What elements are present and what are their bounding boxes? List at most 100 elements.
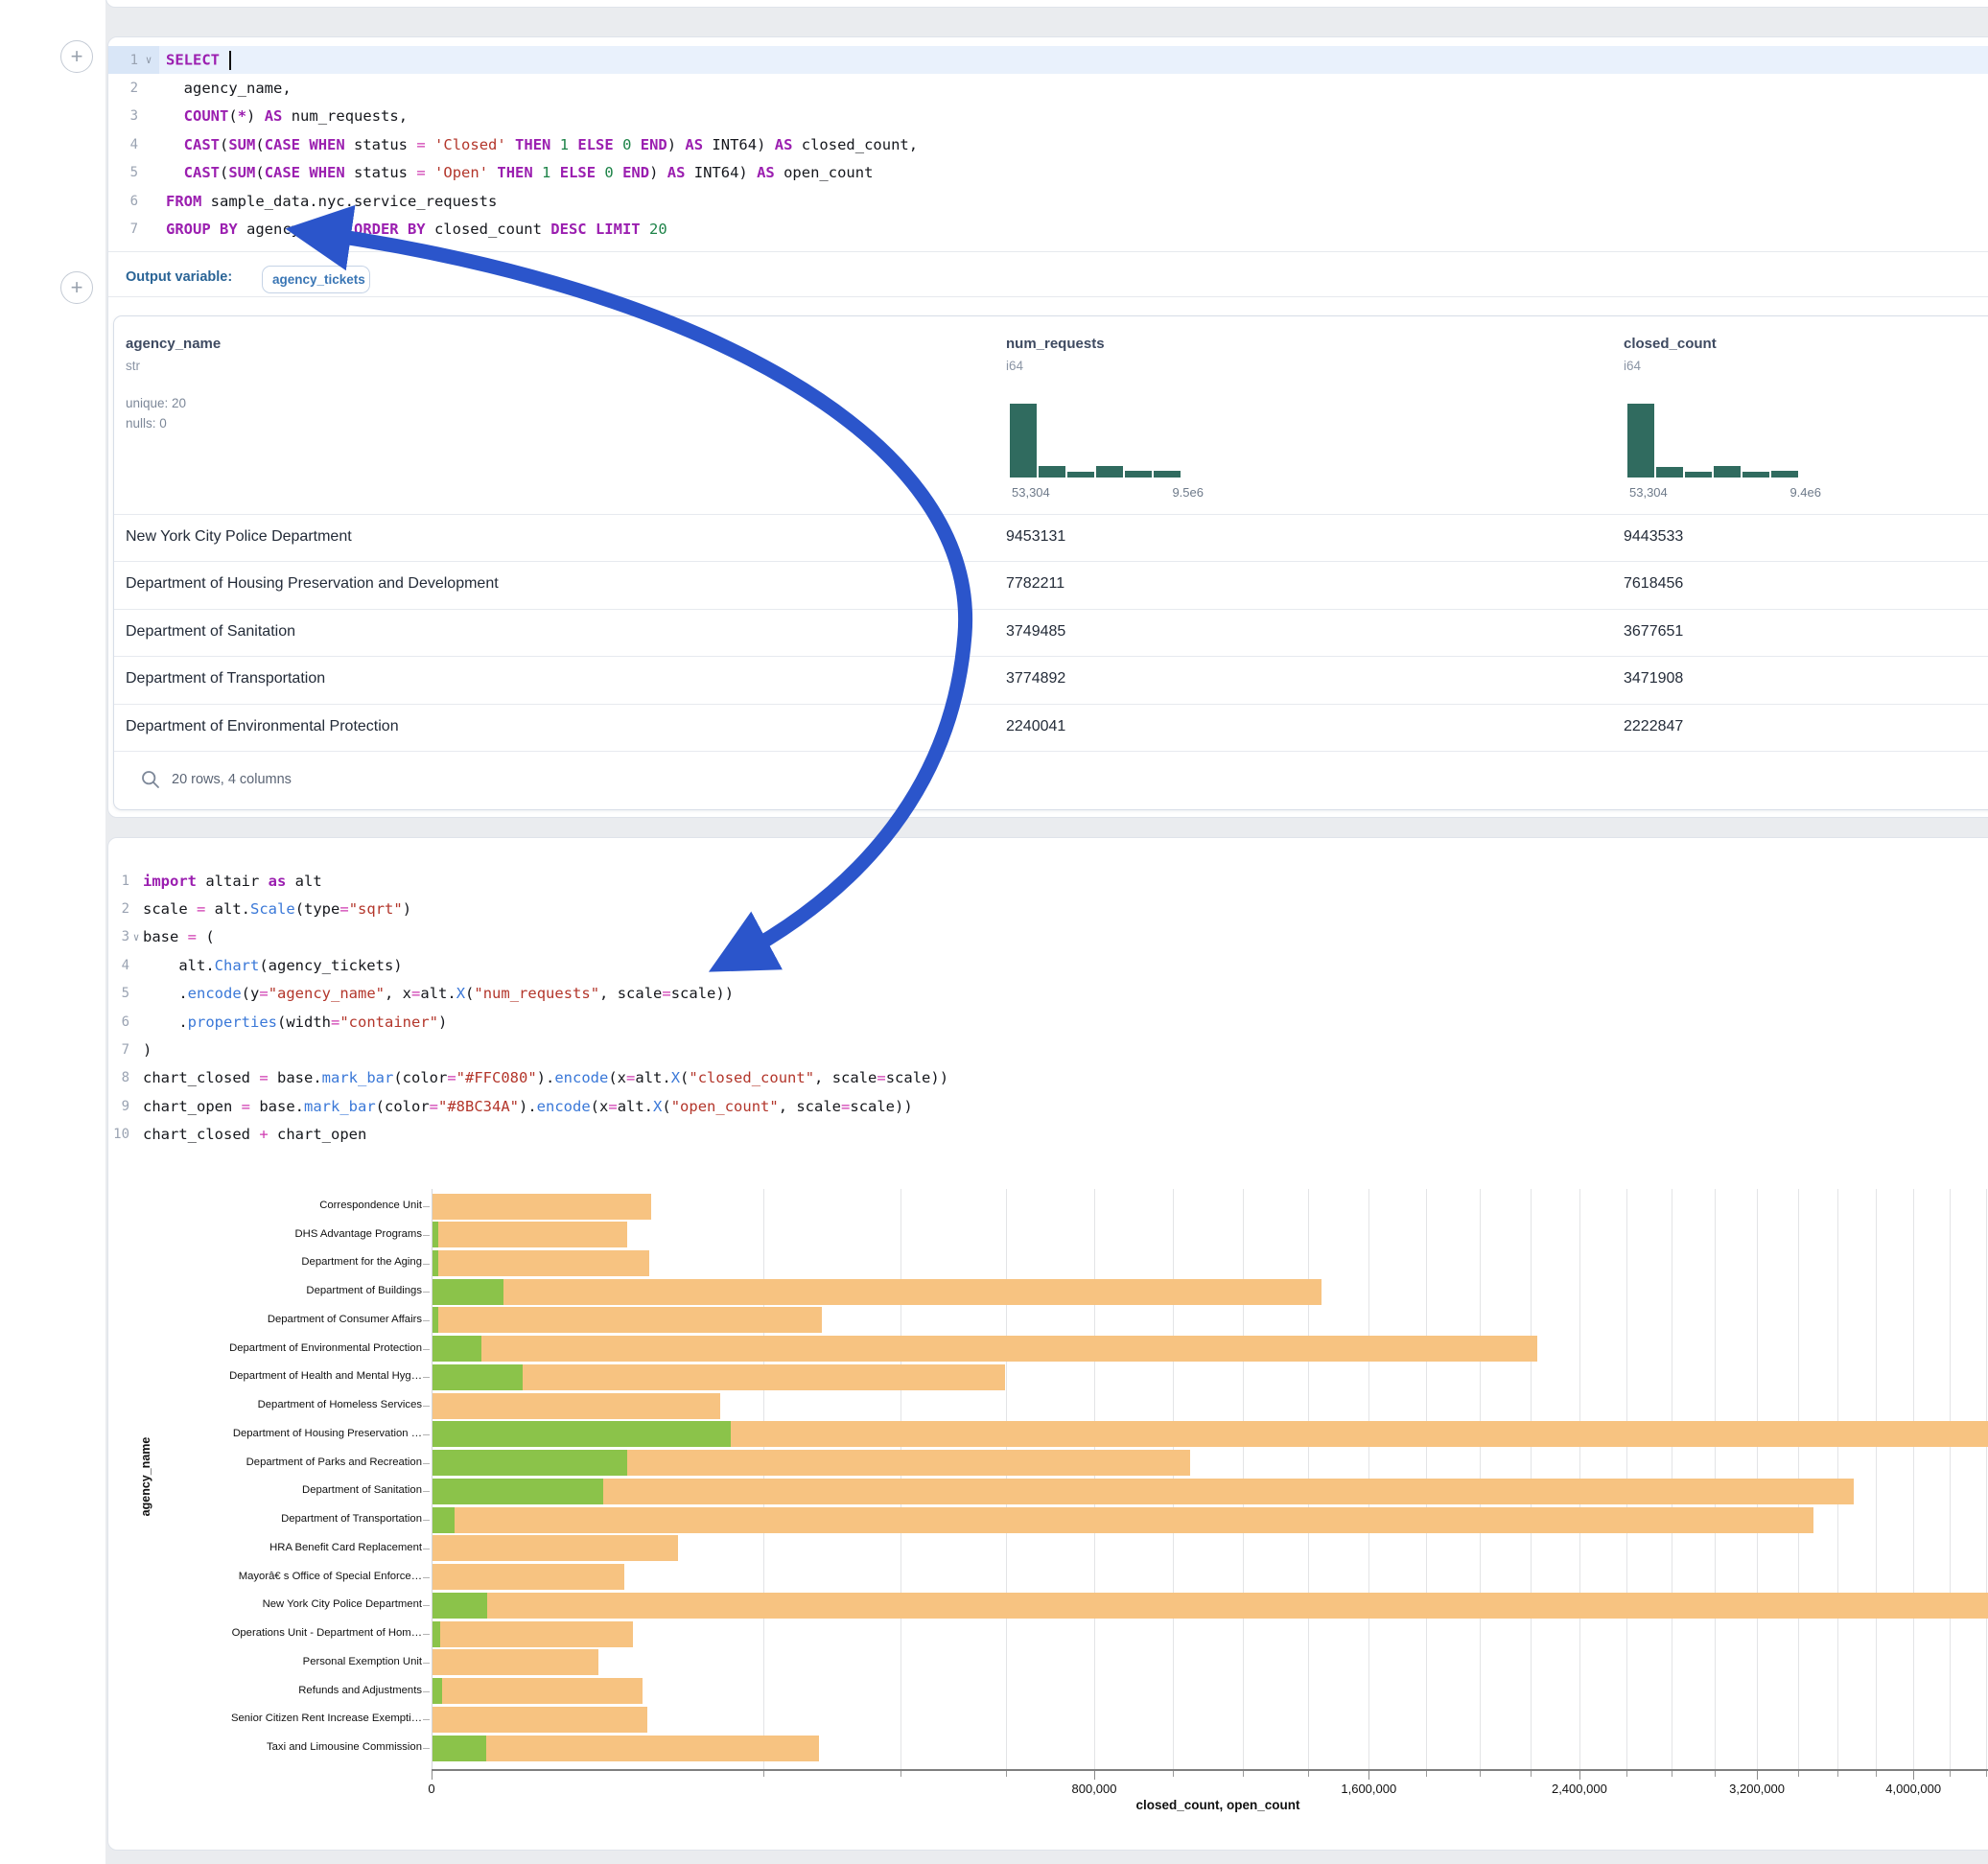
code-text: )	[143, 1041, 152, 1059]
code-line[interactable]: 1import altair as alt	[108, 867, 1988, 895]
code-text: GROUP BY agency_name ORDER BY closed_cou…	[159, 221, 667, 238]
bar-open-count[interactable]	[433, 1307, 438, 1333]
table-cell[interactable]: Department of Sanitation	[126, 623, 295, 641]
bar-closed-count[interactable]	[433, 1507, 1813, 1533]
table-cell[interactable]: New York City Police Department	[126, 528, 352, 546]
table-shape-summary[interactable]: 20 rows, 4 columns	[172, 772, 292, 787]
fold-chevron-icon[interactable]: ∨	[129, 931, 143, 944]
previous-cell-edge	[105, 0, 1988, 8]
line-number: 4	[108, 958, 129, 973]
histogram-bar	[1714, 466, 1741, 478]
bar-closed-count[interactable]	[433, 1621, 633, 1647]
output-variable-label: Output variable:	[126, 269, 232, 285]
table-cell[interactable]: 3749485	[1006, 623, 1065, 641]
table-cell[interactable]: 9443533	[1624, 528, 1683, 546]
histogram-bar	[1656, 467, 1683, 478]
bar-closed-count[interactable]	[433, 1479, 1854, 1504]
fold-chevron-icon[interactable]: ∨	[138, 54, 159, 66]
code-line[interactable]: 6 .properties(width="container")	[108, 1008, 1988, 1036]
code-text: .properties(width="container")	[143, 1014, 447, 1031]
bar-open-count[interactable]	[433, 1736, 486, 1761]
table-cell[interactable]: 3471908	[1624, 670, 1683, 687]
bar-open-count[interactable]	[433, 1250, 438, 1276]
code-line[interactable]: 8chart_closed = base.mark_bar(color="#FF…	[108, 1064, 1988, 1092]
bar-closed-count[interactable]	[433, 1393, 720, 1419]
bar-open-count[interactable]	[433, 1450, 627, 1476]
add-cell-button-output[interactable]: +	[60, 271, 93, 304]
code-line[interactable]: 1∨SELECT	[108, 46, 1988, 74]
code-line[interactable]: 2 agency_name,	[108, 74, 1988, 102]
bar-closed-count[interactable]	[433, 1222, 627, 1247]
bar-open-count[interactable]	[433, 1507, 455, 1533]
bar-open-count[interactable]	[433, 1479, 603, 1504]
histogram-bar	[1067, 472, 1094, 478]
line-number: 5	[108, 165, 138, 180]
column-header-num_requests[interactable]: num_requests	[1006, 336, 1105, 352]
cell-divider	[108, 296, 1988, 297]
bar-closed-count[interactable]	[433, 1564, 624, 1590]
code-text: FROM sample_data.nyc.service_requests	[159, 193, 497, 210]
bar-open-count[interactable]	[433, 1364, 523, 1390]
result-table[interactable]: agency_namestrunique: 20nulls: 0num_requ…	[113, 315, 1988, 810]
bar-closed-count[interactable]	[433, 1593, 1988, 1619]
python-code-editor[interactable]: 1import altair as alt2scale = alt.Scale(…	[108, 867, 1988, 1149]
code-text: chart_open = base.mark_bar(color="#8BC34…	[143, 1098, 913, 1115]
bar-open-count[interactable]	[433, 1621, 440, 1647]
code-line[interactable]: 4 alt.Chart(agency_tickets)	[108, 951, 1988, 979]
code-line[interactable]: 2scale = alt.Scale(type="sqrt")	[108, 895, 1988, 922]
bar-closed-count[interactable]	[433, 1649, 598, 1675]
table-cell[interactable]: 3677651	[1624, 623, 1683, 641]
row-separator	[114, 751, 1988, 752]
add-cell-button-top[interactable]: +	[60, 40, 93, 73]
table-cell[interactable]: Department of Housing Preservation and D…	[126, 575, 499, 593]
search-icon[interactable]	[141, 770, 160, 794]
table-cell[interactable]: 7782211	[1006, 575, 1064, 593]
column-histogram	[1627, 404, 1800, 478]
code-line[interactable]: 10chart_closed + chart_open	[108, 1121, 1988, 1149]
bar-closed-count[interactable]	[433, 1736, 819, 1761]
bar-closed-count[interactable]	[433, 1279, 1321, 1305]
bar-closed-count[interactable]	[433, 1250, 649, 1276]
code-line[interactable]: 5 .encode(y="agency_name", x=alt.X("num_…	[108, 980, 1988, 1008]
cell-divider	[108, 251, 1988, 252]
table-cell[interactable]: 9453131	[1006, 528, 1065, 546]
bar-open-count[interactable]	[433, 1336, 481, 1362]
bar-open-count[interactable]	[433, 1279, 503, 1305]
code-line[interactable]: 3 COUNT(*) AS num_requests,	[108, 103, 1988, 130]
table-cell[interactable]: 2222847	[1624, 718, 1683, 735]
bar-closed-count[interactable]	[433, 1707, 647, 1733]
bar-open-count[interactable]	[433, 1678, 442, 1704]
code-line[interactable]: 3∨base = (	[108, 923, 1988, 951]
table-cell[interactable]: Department of Environmental Protection	[126, 718, 399, 735]
code-text: SELECT	[159, 51, 231, 70]
output-variable-pill[interactable]: agency_tickets	[262, 266, 370, 293]
table-cell[interactable]: 7618456	[1624, 575, 1683, 593]
bar-closed-count[interactable]	[433, 1307, 822, 1333]
column-stat: unique: 20	[126, 396, 186, 410]
column-header-closed_count[interactable]: closed_count	[1624, 336, 1717, 352]
code-line[interactable]: 5 CAST(SUM(CASE WHEN status = 'Open' THE…	[108, 159, 1988, 187]
histogram-bar	[1096, 466, 1123, 478]
code-line[interactable]: 6FROM sample_data.nyc.service_requests	[108, 187, 1988, 215]
bar-open-count[interactable]	[433, 1421, 731, 1447]
histogram-max-label: 9.5e6	[1088, 485, 1204, 500]
bar-closed-count[interactable]	[433, 1678, 643, 1704]
bar-closed-count[interactable]	[433, 1194, 651, 1220]
column-header-agency_name[interactable]: agency_name	[126, 336, 221, 352]
bar-open-count[interactable]	[433, 1222, 438, 1247]
line-number: 1	[108, 53, 138, 68]
row-separator	[114, 656, 1988, 657]
bar-open-count[interactable]	[433, 1593, 487, 1619]
code-line[interactable]: 4 CAST(SUM(CASE WHEN status = 'Closed' T…	[108, 130, 1988, 158]
code-line[interactable]: 9chart_open = base.mark_bar(color="#8BC3…	[108, 1092, 1988, 1120]
code-line[interactable]: 7GROUP BY agency_name ORDER BY closed_co…	[108, 215, 1988, 243]
table-cell[interactable]: 3774892	[1006, 670, 1065, 687]
column-stat: nulls: 0	[126, 416, 167, 431]
code-line[interactable]: 7)	[108, 1036, 1988, 1063]
histogram-bar	[1125, 471, 1152, 478]
bar-closed-count[interactable]	[433, 1336, 1537, 1362]
sql-code-editor[interactable]: 1∨SELECT 2 agency_name,3 COUNT(*) AS num…	[108, 46, 1988, 244]
table-cell[interactable]: Department of Transportation	[126, 670, 325, 687]
bar-closed-count[interactable]	[433, 1535, 678, 1561]
table-cell[interactable]: 2240041	[1006, 718, 1065, 735]
